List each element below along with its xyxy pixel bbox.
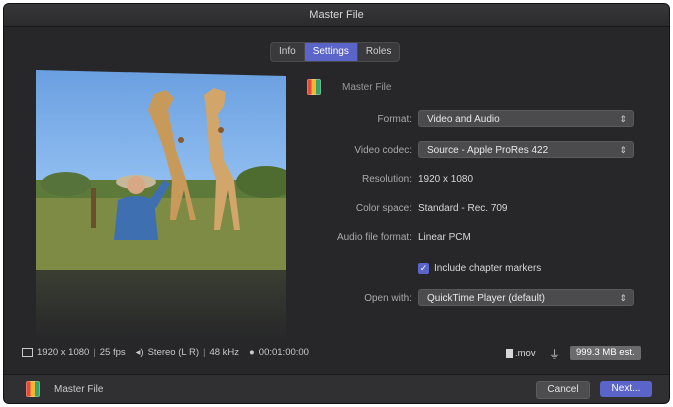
sample-rate: 48 kHz [209,347,240,358]
format-value: Video and Audio [427,114,500,125]
video-frame-icon [22,348,33,357]
file-size-estimate: 999.3 MB est. [570,346,641,360]
color-space-label: Color space: [355,203,412,214]
footer-title: Master File [54,384,104,395]
preview-reflection [36,270,286,340]
separator: | [202,347,206,358]
next-button[interactable]: Next... [600,381,652,397]
resolution-label: Resolution: [361,174,412,185]
tab-settings[interactable]: Settings [304,43,358,61]
video-codec-popup[interactable]: Source - Apple ProRes 422 ⇕ [418,141,634,158]
settings-header-title: Master File [342,82,392,93]
master-file-icon [26,381,40,397]
speaker-icon: ◂) [135,347,144,358]
file-extension: .mov [515,348,536,359]
chevron-updown-icon: ⇕ [619,293,627,303]
duration: 00:01:00:00 [258,347,309,358]
video-codec-label: Video codec: [354,145,412,156]
tab-control: Info Settings Roles [270,42,401,62]
media-info-bar: 1920 x 1080 | 25 fps ◂) Stereo (L R) | 4… [22,347,309,358]
tab-info[interactable]: Info [271,43,305,61]
file-icon [506,349,513,358]
share-dialog: Master File Info Settings Roles Master F… [4,4,669,403]
title-bar: Master File [4,4,669,27]
chevron-updown-icon: ⇕ [619,145,627,155]
video-codec-value: Source - Apple ProRes 422 [427,145,549,156]
audio-format-label: Audio file format: [336,232,412,243]
open-with-label: Open with: [364,293,412,304]
clock-icon: ● [249,347,255,358]
resolution-value: 1920 x 1080 [418,174,474,185]
tab-roles[interactable]: Roles [358,43,400,61]
chevron-updown-icon: ⇕ [619,114,627,124]
open-with-popup[interactable]: QuickTime Player (default) ⇕ [418,289,634,306]
open-with-value: QuickTime Player (default) [427,293,545,304]
frame-rate: 25 fps [99,347,126,358]
chapter-markers-label: Include chapter markers [434,263,542,274]
cancel-button[interactable]: Cancel [536,381,590,399]
format-popup[interactable]: Video and Audio ⇕ [418,110,634,127]
preview-thumbnail [36,70,286,340]
window-title: Master File [309,9,364,21]
separator: | [93,347,96,358]
color-space-value: Standard - Rec. 709 [418,203,508,214]
audio-format-value: Linear PCM [418,232,471,243]
bottom-bar: Master File Cancel Next... [4,374,669,403]
master-file-icon [307,79,321,95]
preview-image [36,70,286,270]
disk-icon: ⏚ [549,349,560,361]
chapter-markers-checkbox[interactable]: ✓ [418,263,429,274]
format-label: Format: [377,114,412,125]
audio-channels: Stereo (L R) [147,347,199,358]
video-dimensions: 1920 x 1080 [37,347,90,358]
